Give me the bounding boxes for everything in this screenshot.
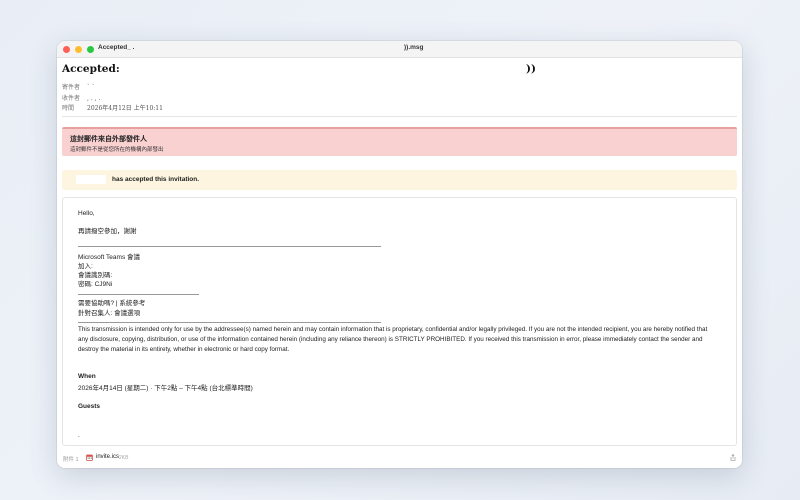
- separator-rule: [78, 246, 381, 247]
- window-title: Accepted_ .: [98, 44, 135, 51]
- to-value[interactable]: , . , .: [87, 95, 100, 102]
- external-banner-title: 這封郵件來自外部發件人: [70, 136, 147, 143]
- acceptance-banner: has accepted this invitation.: [62, 170, 737, 190]
- attachments-bar: 附件 1 invite.ics 2KB: [57, 446, 742, 468]
- message-body[interactable]: Hello, 再請撥空參加，謝謝 Microsoft Teams 會議 加入: …: [62, 197, 737, 446]
- minimize-window-button[interactable]: [75, 45, 82, 53]
- attachment-invite-ics[interactable]: invite.ics: [96, 454, 119, 460]
- share-icon[interactable]: [730, 454, 736, 461]
- to-row: 收件者 , . , .: [62, 93, 100, 102]
- header-divider: [62, 116, 737, 117]
- title-bar[interactable]: Accepted_ . )).msg: [57, 41, 742, 58]
- window-title-suffix: )).msg: [404, 44, 424, 51]
- from-label: 寄件者: [62, 84, 81, 91]
- zoom-window-button[interactable]: [87, 45, 94, 53]
- close-window-button[interactable]: [63, 45, 70, 53]
- external-sender-banner: 這封郵件來自外部發件人 這封郵件不是從您所在的機構內部發出: [62, 127, 737, 156]
- to-label: 收件者: [62, 95, 81, 102]
- message-window: Accepted_ . )).msg Accepted: )) 寄件者 ` ` 收…: [57, 41, 742, 468]
- time-label: 時間: [62, 105, 75, 112]
- external-banner-subtitle: 這封郵件不是從您所在的機構內部發出: [70, 147, 164, 153]
- short-separator-rule: [78, 294, 199, 295]
- time-value: 2026年4月12日 上午10:11: [87, 105, 163, 112]
- guests-label: Guests: [78, 403, 101, 410]
- organizer-line[interactable]: 針對召集人: 會議選項: [78, 307, 140, 317]
- passcode-label: 密碼: CJ9Ni: [78, 281, 113, 288]
- thanks-line: 再請撥空參加，謝謝: [78, 228, 137, 235]
- from-row: 寄件者 ` `: [62, 82, 95, 91]
- legal-disclaimer: This transmission is intended only for u…: [78, 326, 708, 353]
- time-row: 時間 2026年4月12日 上午10:11: [62, 103, 163, 112]
- trailing-dot: .: [78, 432, 80, 439]
- subject-suffix: )): [526, 63, 536, 75]
- greeting: Hello,: [78, 210, 95, 217]
- calendar-icon: [86, 454, 93, 461]
- when-value: 2026年4月14日 (星期二) · 下午2點 – 下午4點 (台北標準時間): [78, 385, 253, 392]
- acceptance-text: has accepted this invitation.: [112, 176, 200, 183]
- attendee-name-redacted: [76, 175, 106, 184]
- when-label: When: [78, 373, 96, 380]
- subject: Accepted:: [62, 63, 120, 75]
- attachment-size: 2KB: [119, 455, 129, 461]
- from-value[interactable]: ` `: [87, 84, 95, 91]
- help-line[interactable]: 需要協助嗎? | 系統參考: [78, 297, 145, 307]
- separator-rule-2: [78, 322, 381, 323]
- attachments-label: 附件 1: [63, 457, 79, 463]
